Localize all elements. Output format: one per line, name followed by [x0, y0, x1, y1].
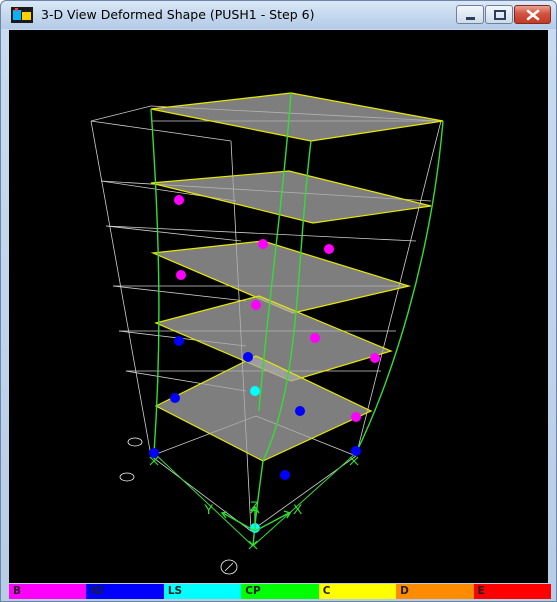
3d-viewport[interactable]: Z Y X — [9, 30, 548, 583]
title-bar[interactable]: 3-D View Deformed Shape (PUSH1 - Step 6) — [1, 1, 556, 29]
axis-y-label: Y — [204, 501, 214, 517]
app-icon — [11, 7, 33, 23]
axis-z-label: Z — [250, 498, 259, 514]
legend-ls: LS — [163, 584, 242, 599]
roof-slab — [150, 92, 444, 142]
legend-c: C — [318, 584, 397, 599]
legend-io: IO — [86, 584, 164, 599]
minimize-button[interactable] — [456, 5, 484, 24]
legend-e: E — [473, 584, 551, 599]
minimize-icon — [466, 17, 475, 20]
close-icon — [526, 9, 540, 21]
axis-x-label: X — [293, 501, 303, 517]
legend-b: B — [9, 584, 87, 599]
maximize-icon — [494, 10, 506, 20]
window: 3-D View Deformed Shape (PUSH1 - Step 6) — [0, 0, 557, 602]
floor-2-slab — [154, 355, 373, 462]
floor-5-slab — [150, 170, 432, 224]
floor-4-slab — [150, 240, 412, 314]
window-title: 3-D View Deformed Shape (PUSH1 - Step 6) — [41, 7, 315, 22]
hinge-legend: B IO LS CP C D E — [9, 584, 551, 599]
maximize-button[interactable] — [485, 5, 513, 24]
legend-cp: CP — [241, 584, 319, 599]
close-button[interactable] — [514, 5, 551, 24]
legend-d: D — [396, 584, 474, 599]
